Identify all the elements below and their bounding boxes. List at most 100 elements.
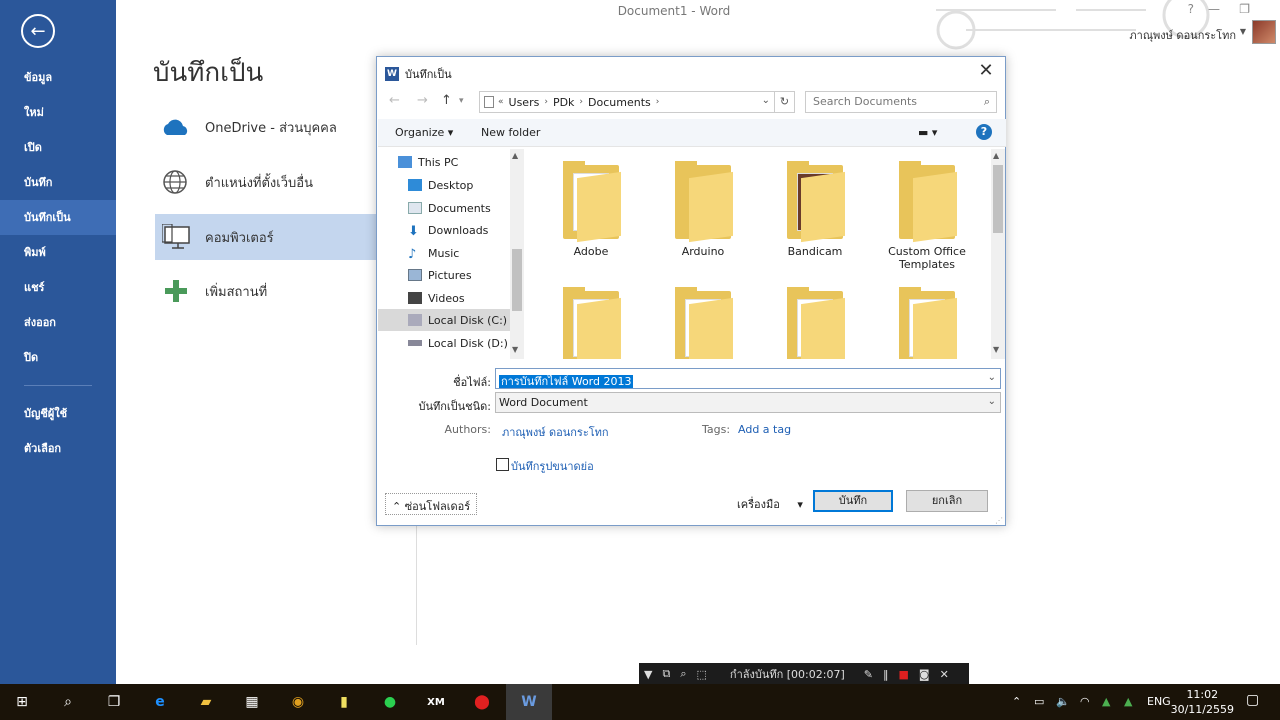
edge-icon[interactable]: e [148, 690, 172, 714]
google-drive-icon[interactable]: ▲ [1124, 695, 1132, 708]
back-icon[interactable]: ← [389, 93, 400, 108]
hide-folders-button[interactable]: ⌃ ซ่อนโฟลเดอร์ [385, 493, 478, 515]
sidebar-item-close[interactable]: ปิด [0, 340, 116, 375]
nav-item-music[interactable]: ♪ Music [378, 242, 510, 264]
scroll-down-icon[interactable]: ▼ [993, 345, 999, 354]
network-icon[interactable]: ◠ [1080, 695, 1090, 708]
up-icon[interactable]: ↑ [441, 93, 452, 108]
forward-icon[interactable]: → [417, 93, 428, 108]
nav-scrollbar[interactable]: ▲ ▼ [510, 149, 524, 359]
stop-icon[interactable]: ■ [898, 668, 908, 681]
volume-icon[interactable]: 🔈 [1056, 695, 1070, 708]
filename-field[interactable]: การบันทึกไฟล์ Word 2013 ⌄ [495, 368, 1001, 389]
folder-item[interactable]: Custom Office Templates [877, 161, 977, 271]
bandicam-icon[interactable]: ⬤ [470, 690, 494, 714]
google-drive-icon[interactable]: ▲ [1102, 695, 1110, 708]
nav-item-videos[interactable]: Videos [378, 287, 510, 309]
scroll-up-icon[interactable]: ▲ [512, 151, 518, 160]
restore-icon[interactable]: ❐ [1239, 2, 1250, 16]
address-bar[interactable]: « Users › PDk › Documents › ⌄ ↻ [479, 91, 795, 113]
folder-item[interactable] [877, 287, 977, 359]
close-icon[interactable]: ✕ [973, 59, 999, 83]
clock[interactable]: 11:02 30/11/2559 [1171, 687, 1234, 717]
file-explorer-icon[interactable]: ▰ [194, 690, 218, 714]
search-icon[interactable]: ⌕ [56, 690, 80, 714]
line-icon[interactable]: ● [378, 690, 402, 714]
store-icon[interactable]: ▦ [240, 690, 264, 714]
sidebar-item-new[interactable]: ใหม่ [0, 95, 116, 130]
avatar[interactable] [1252, 20, 1276, 44]
thumbnail-checkbox[interactable] [496, 458, 509, 471]
windows-start-icon[interactable]: ⊞ [10, 690, 34, 714]
help-icon[interactable]: ? [1188, 2, 1194, 16]
nav-item-documents[interactable]: Documents [378, 197, 510, 219]
nav-item-desktop[interactable]: Desktop [378, 174, 510, 196]
view-options-icon[interactable]: ▬ ▾ [918, 126, 937, 139]
scroll-thumb[interactable] [512, 249, 522, 311]
folder-item[interactable]: Arduino [653, 161, 753, 258]
save-type-select[interactable]: Word Document ⌄ [495, 392, 1001, 413]
breadcrumb-users[interactable]: Users [509, 96, 540, 109]
scroll-up-icon[interactable]: ▲ [993, 151, 999, 160]
resize-grip-icon[interactable]: ⋰ [995, 516, 1003, 525]
chrome-icon[interactable]: ◉ [286, 690, 310, 714]
sidebar-item-info[interactable]: ข้อมูล [0, 60, 116, 95]
tags-value[interactable]: Add a tag [738, 423, 791, 436]
refresh-icon[interactable]: ↻ [774, 92, 794, 112]
organize-button[interactable]: Organize ▾ [395, 126, 453, 139]
window-mode-icon[interactable]: ⧉ [662, 667, 670, 681]
sidebar-item-save-as[interactable]: บันทึกเป็น [0, 200, 116, 235]
sidebar-item-open[interactable]: เปิด [0, 130, 116, 165]
minimize-icon[interactable]: — [1208, 2, 1220, 16]
tools-button[interactable]: เครื่องมือ ▾ [737, 495, 803, 513]
nav-item-downloads[interactable]: ⬇ Downloads [378, 219, 510, 241]
breadcrumb-documents[interactable]: Documents [588, 96, 651, 109]
pause-icon[interactable]: ‖ [883, 668, 889, 681]
user-dropdown-icon[interactable]: ▼ [1240, 27, 1246, 36]
nav-item-local-disk-d[interactable]: Local Disk (D:) [378, 332, 510, 354]
region-icon[interactable]: ⬚ [697, 668, 707, 681]
scroll-down-icon[interactable]: ▼ [512, 345, 518, 354]
user-name[interactable]: ภาณุพงษ์ ดอนกระโทก [1129, 26, 1236, 44]
xm-icon[interactable]: XM [424, 690, 448, 714]
camera-icon[interactable]: ◙ [919, 668, 930, 681]
sidebar-item-print[interactable]: พิมพ์ [0, 235, 116, 270]
search-input[interactable]: Search Documents ⌕ [805, 91, 997, 113]
address-dropdown-icon[interactable]: ⌄ [762, 95, 770, 106]
place-other-web[interactable]: ตำแหน่งที่ตั้งเว็บอื่น [155, 159, 377, 205]
folder-item[interactable]: Adobe [541, 161, 641, 258]
notifications-icon[interactable]: ▢ [1246, 692, 1259, 708]
new-folder-button[interactable]: New folder [481, 126, 540, 139]
chevron-down-icon[interactable]: ⌄ [988, 372, 996, 383]
zoom-icon[interactable]: ⌕ [680, 667, 686, 681]
cancel-button[interactable]: ยกเลิก [906, 490, 988, 512]
authors-value[interactable]: ภาณุพงษ์ ดอนกระโทก [502, 423, 609, 441]
sidebar-item-account[interactable]: บัญชีผู้ใช้ [0, 396, 116, 431]
files-scrollbar[interactable]: ▲ ▼ [991, 149, 1005, 359]
folder-item[interactable]: Bandicam [765, 161, 865, 258]
breadcrumb-pdk[interactable]: PDk [553, 96, 574, 109]
tray-chevron-icon[interactable]: ⌃ [1012, 695, 1021, 708]
nav-item-pictures[interactable]: Pictures [378, 264, 510, 286]
scroll-thumb[interactable] [993, 165, 1003, 233]
nav-item-local-disk-c[interactable]: Local Disk (C:) [378, 309, 510, 331]
sidebar-item-share[interactable]: แชร์ [0, 270, 116, 305]
folder-item[interactable] [765, 287, 865, 359]
folder-item[interactable] [541, 287, 641, 359]
place-add[interactable]: เพิ่มสถานที่ [155, 268, 377, 314]
menu-dropdown-icon[interactable]: ▼ [644, 668, 652, 681]
sidebar-item-options[interactable]: ตัวเลือก [0, 431, 116, 466]
sidebar-item-export[interactable]: ส่งออก [0, 305, 116, 340]
place-computer[interactable]: คอมพิวเตอร์ [155, 214, 377, 260]
folder-item[interactable] [653, 287, 753, 359]
nav-item-this-pc[interactable]: This PC [378, 151, 510, 173]
language-indicator[interactable]: ENG [1147, 695, 1171, 708]
word-icon[interactable]: W [517, 690, 541, 714]
save-button[interactable]: บันทึก [813, 490, 893, 512]
sidebar-item-save[interactable]: บันทึก [0, 165, 116, 200]
pen-icon[interactable]: ✎ [864, 668, 873, 681]
place-onedrive[interactable]: OneDrive - ส่วนบุคคล [155, 104, 377, 150]
sticky-notes-icon[interactable]: ▮ [332, 690, 356, 714]
recent-dropdown-icon[interactable]: ▾ [459, 96, 464, 106]
close-icon[interactable]: ✕ [940, 668, 949, 681]
